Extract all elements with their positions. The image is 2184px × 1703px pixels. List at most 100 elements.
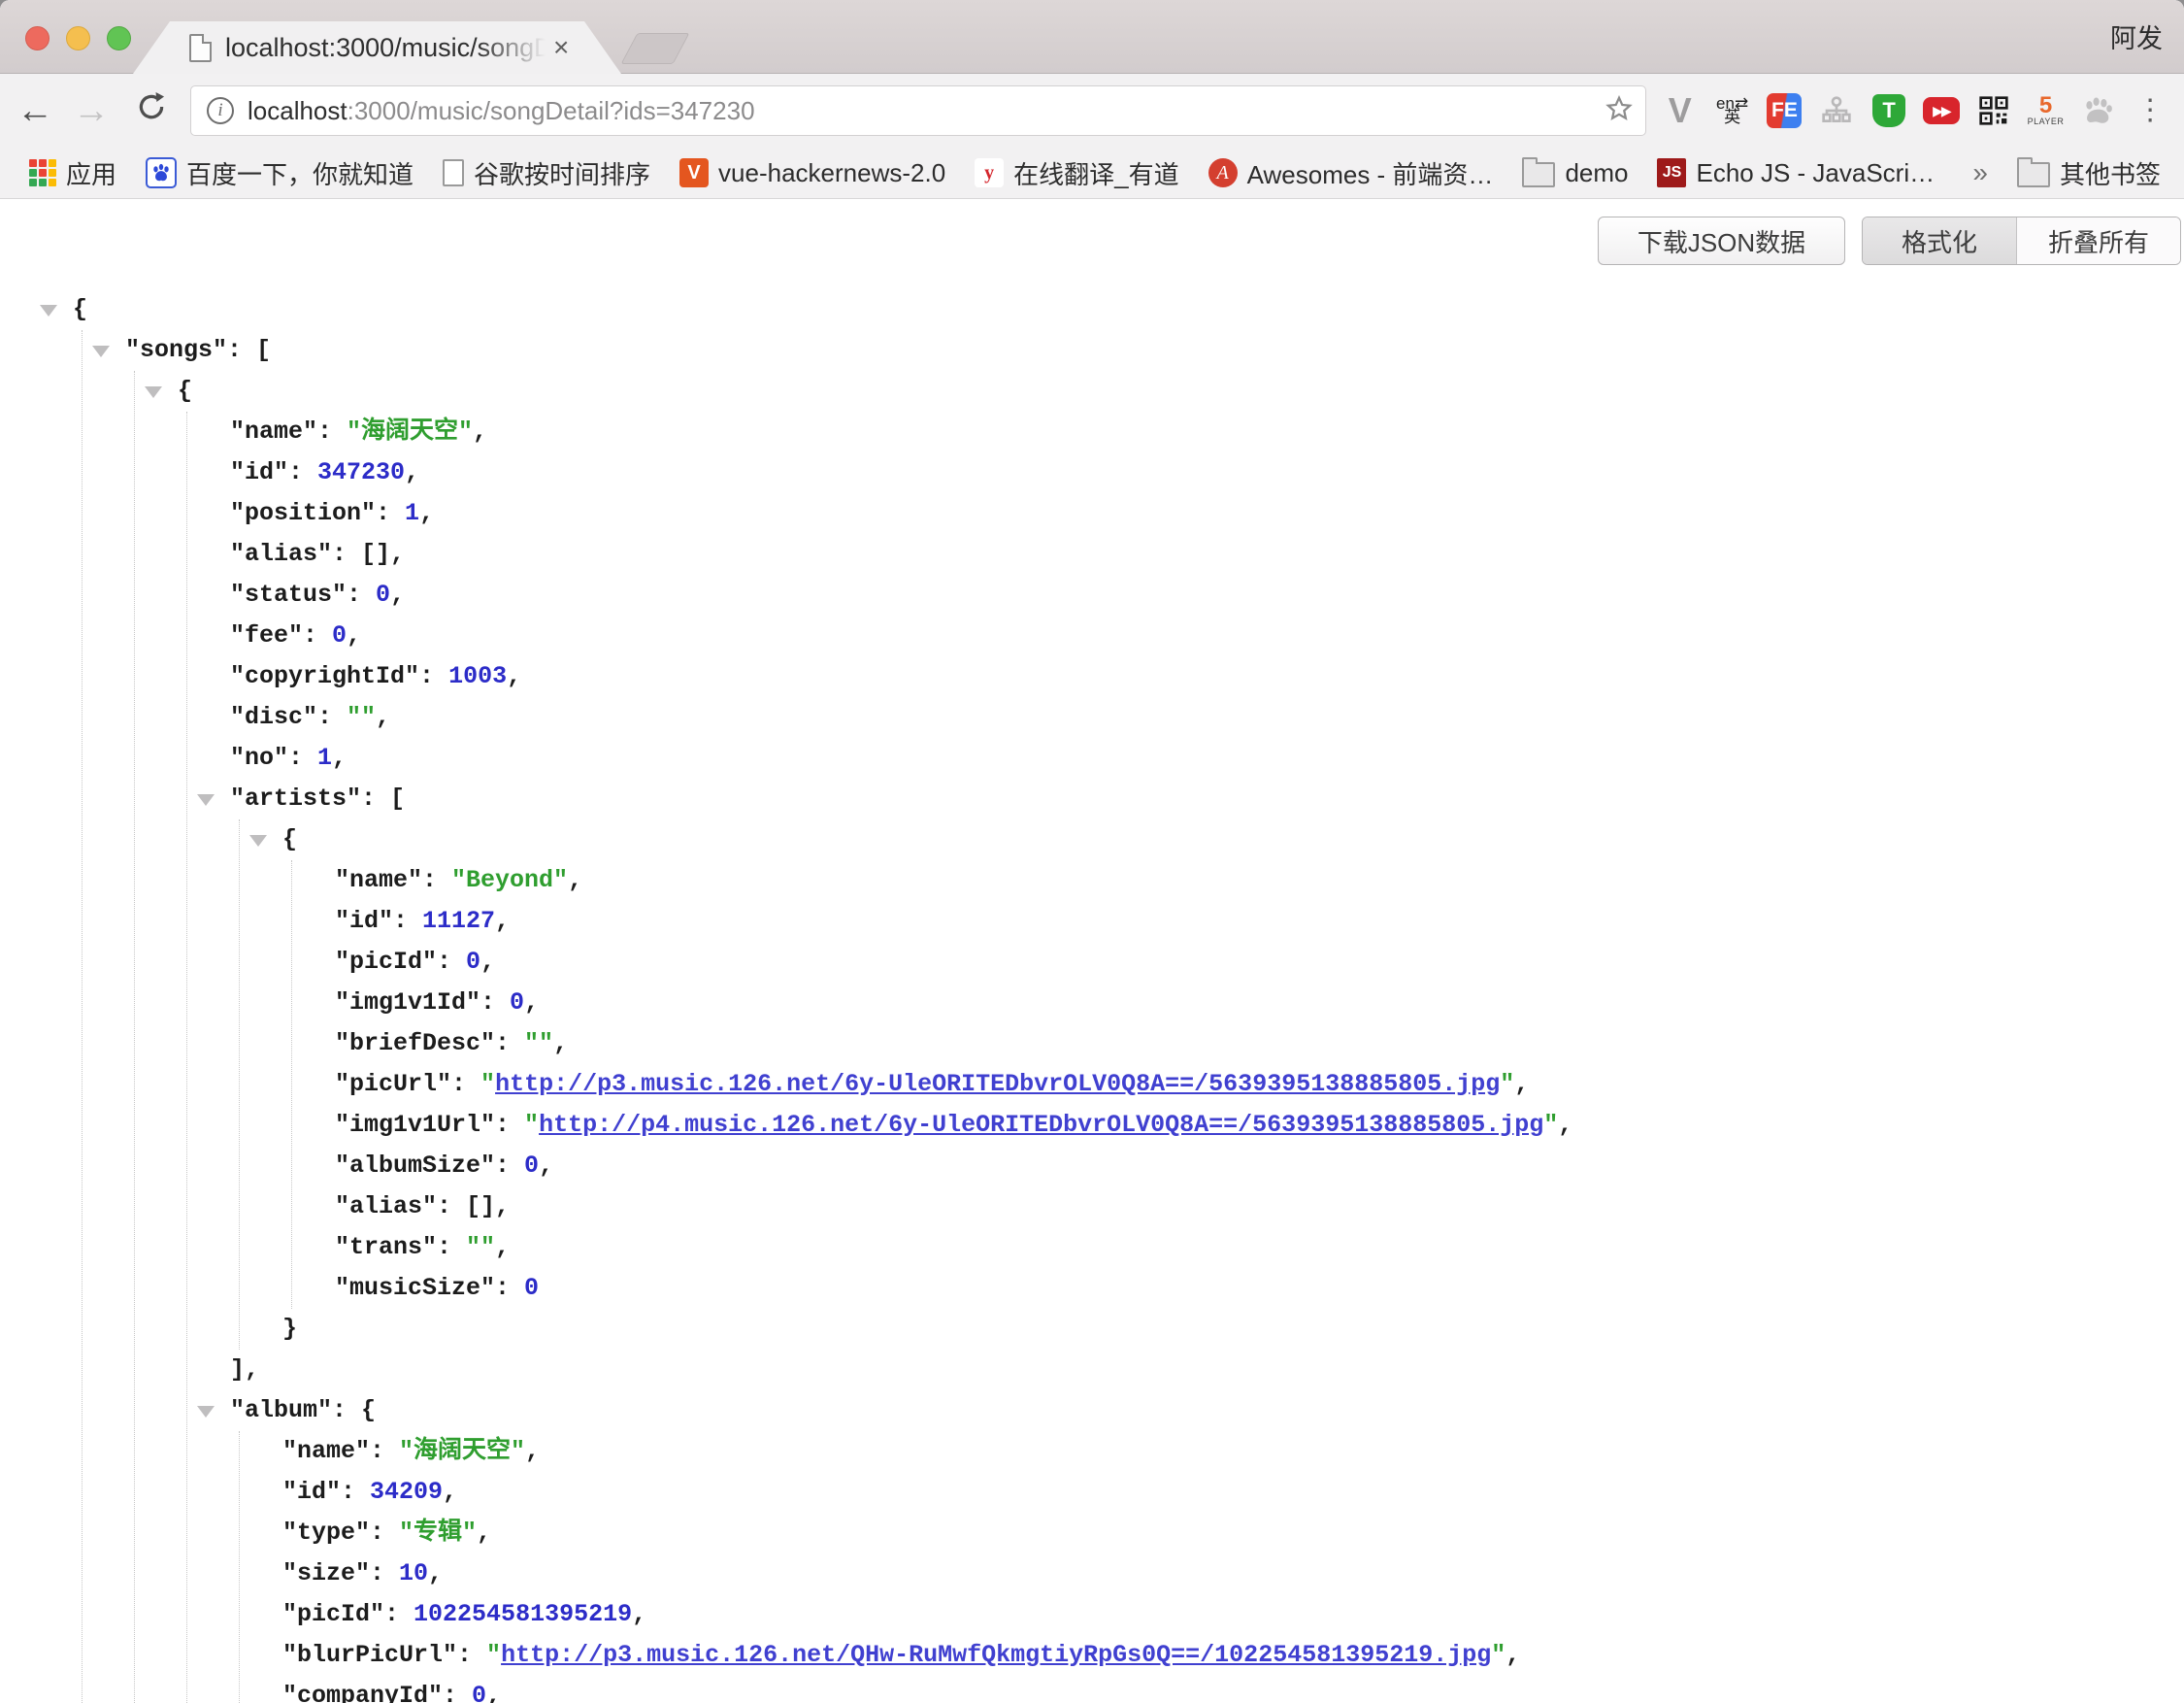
back-button[interactable]: ← xyxy=(14,91,56,130)
html5-player-extension-icon[interactable]: 5 PLAYER xyxy=(2028,92,2065,129)
bookmark-star-icon[interactable] xyxy=(1605,94,1634,128)
json-punct: , xyxy=(443,1478,457,1506)
json-value: 0 xyxy=(472,1682,486,1703)
json-value: 34209 xyxy=(370,1478,443,1506)
json-line: "type": "专辑", xyxy=(0,1513,2184,1553)
json-punct: , xyxy=(1506,1641,1520,1669)
fe-extension-icon[interactable]: FE xyxy=(1766,92,1803,129)
folder-icon xyxy=(2017,162,2050,187)
player-glyph: 5 xyxy=(2039,95,2052,117)
json-line: "name": "Beyond", xyxy=(0,860,2184,901)
json-value: "" xyxy=(466,1233,495,1261)
reload-button[interactable] xyxy=(130,90,173,131)
json-key: "status" xyxy=(230,581,347,609)
json-value: "" xyxy=(347,703,376,731)
json-punct: : [], xyxy=(332,540,405,568)
folder-icon xyxy=(1522,162,1555,187)
browser-window: localhost:3000/music/songDet × 阿发 ← → i … xyxy=(0,0,2184,1703)
apps-label: 应用 xyxy=(66,155,116,191)
url-text[interactable]: localhost:3000/music/songDetail?ids=3472… xyxy=(248,96,1605,126)
minimize-window-button[interactable] xyxy=(66,26,90,50)
collapse-triangle-icon[interactable] xyxy=(40,305,57,317)
menu-dots-glyph: ⋮ xyxy=(2135,105,2165,117)
json-key: "name" xyxy=(230,417,317,446)
collapse-triangle-icon[interactable] xyxy=(197,1406,215,1418)
browser-menu-icon[interactable]: ⋮ xyxy=(2132,92,2168,129)
json-line: ], xyxy=(0,1350,2184,1390)
collapse-triangle-icon[interactable] xyxy=(92,346,110,357)
json-punct: : xyxy=(457,1641,486,1669)
tab-bar: localhost:3000/music/songDet × 阿发 xyxy=(0,0,2184,74)
json-punct: , xyxy=(477,1519,491,1547)
bookmark-baidu[interactable]: 百度一下，你就知道 xyxy=(146,155,414,191)
apps-shortcut[interactable]: 应用 xyxy=(29,155,116,191)
translate-extension-icon[interactable]: en⇄英 xyxy=(1714,92,1751,129)
format-button[interactable]: 格式化 xyxy=(1863,217,2016,264)
collapse-triangle-icon[interactable] xyxy=(145,386,162,398)
video-glyph: ▶▶ xyxy=(1923,97,1960,124)
browser-tab[interactable]: localhost:3000/music/songDet × xyxy=(133,21,621,74)
json-value: "专辑" xyxy=(399,1519,477,1547)
json-url-link[interactable]: http://p3.music.126.net/6y-UleORITEDbvrO… xyxy=(495,1070,1500,1098)
json-value: " xyxy=(1543,1111,1558,1139)
new-tab-button[interactable] xyxy=(620,33,689,64)
json-punct: : xyxy=(422,866,451,894)
collapse-triangle-icon[interactable] xyxy=(249,835,267,847)
toolbar: ← → i localhost:3000/music/songDetail?id… xyxy=(0,74,2184,148)
json-line: "id": 347230, xyxy=(0,452,2184,493)
json-key: "blurPicUrl" xyxy=(282,1641,457,1669)
json-line: "albumSize": 0, xyxy=(0,1146,2184,1186)
json-punct: , xyxy=(525,1437,540,1465)
json-line: "img1v1Id": 0, xyxy=(0,983,2184,1023)
json-punct: ], xyxy=(230,1355,259,1384)
json-key: "fee" xyxy=(230,621,303,650)
player-sub-label: PLAYER xyxy=(2028,117,2065,126)
json-punct: : xyxy=(443,1682,472,1703)
json-punct: : [ xyxy=(361,785,405,813)
json-key: "id" xyxy=(335,907,393,935)
tampermonkey-extension-icon[interactable]: T xyxy=(1870,92,1907,129)
profile-name[interactable]: 阿发 xyxy=(2110,17,2163,55)
json-line: "img1v1Url": "http://p4.music.126.net/6y… xyxy=(0,1105,2184,1146)
collapse-all-button[interactable]: 折叠所有 xyxy=(2016,217,2180,264)
paw-glyph xyxy=(2081,94,2114,127)
json-key: "disc" xyxy=(230,703,317,731)
json-punct: : xyxy=(347,581,376,609)
json-line: "songs": [ xyxy=(0,330,2184,371)
json-url-link[interactable]: http://p3.music.126.net/QHw-RuMwfQkmgtiy… xyxy=(501,1641,1491,1669)
bookmark-youdao[interactable]: y 在线翻译_有道 xyxy=(975,155,1178,191)
page-info-icon[interactable]: i xyxy=(207,97,234,124)
json-key: "companyId" xyxy=(282,1682,443,1703)
json-value: "海阔天空" xyxy=(399,1437,525,1465)
json-key: "picId" xyxy=(282,1600,384,1628)
bookmark-awesomes[interactable]: A Awesomes - 前端资… xyxy=(1208,155,1494,191)
json-value: "Beyond" xyxy=(451,866,568,894)
address-bar[interactable]: i localhost:3000/music/songDetail?ids=34… xyxy=(190,85,1646,136)
zoom-window-button[interactable] xyxy=(107,26,131,50)
json-punct: : xyxy=(370,1559,399,1587)
tab-close-icon[interactable]: × xyxy=(553,21,569,74)
star-outline xyxy=(1605,94,1634,123)
json-url-link[interactable]: http://p4.music.126.net/6y-UleORITEDbvrO… xyxy=(539,1111,1543,1139)
json-value: 0 xyxy=(524,1274,539,1302)
json-punct: , xyxy=(473,417,487,446)
paw-extension-icon[interactable] xyxy=(2079,92,2116,129)
sitemap-extension-icon[interactable] xyxy=(1818,92,1855,129)
collapse-triangle-icon[interactable] xyxy=(197,794,215,806)
qr-code-extension-icon[interactable] xyxy=(1975,92,2012,129)
bookmark-google-sort[interactable]: 谷歌按时间排序 xyxy=(443,155,650,191)
json-punct: : [ xyxy=(227,336,271,364)
json-value: " xyxy=(480,1070,495,1098)
json-punct: : xyxy=(437,948,466,976)
download-json-button[interactable]: 下载JSON数据 xyxy=(1598,217,1845,265)
bookmark-vue-hackernews[interactable]: V vue-hackernews-2.0 xyxy=(679,158,945,188)
json-line: "artists": [ xyxy=(0,779,2184,819)
bookmark-demo-folder[interactable]: demo xyxy=(1522,158,1628,188)
video-speed-extension-icon[interactable]: ▶▶ xyxy=(1923,92,1960,129)
bookmarks-overflow-chevron[interactable]: » xyxy=(1972,157,1988,188)
bookmark-echojs[interactable]: JS Echo JS - JavaScri… xyxy=(1657,158,1935,188)
other-bookmarks-folder[interactable]: 其他书签 xyxy=(2017,155,2161,191)
close-window-button[interactable] xyxy=(25,26,50,50)
vue-devtools-extension-icon[interactable]: V xyxy=(1662,92,1699,129)
json-value: " xyxy=(524,1111,539,1139)
